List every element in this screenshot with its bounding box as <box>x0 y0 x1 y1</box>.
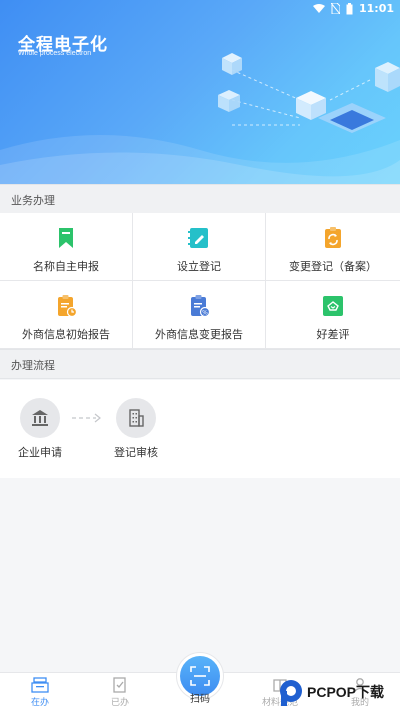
section-header-business: 业务办理 <box>0 184 400 214</box>
tab-done[interactable]: 已办 <box>90 677 150 708</box>
scan-icon <box>190 666 210 686</box>
service-foreign-change-report[interactable]: % 外商信息变更报告 <box>133 281 266 349</box>
service-name-declaration[interactable]: 名称自主申报 <box>0 213 133 281</box>
section-title: 业务办理 <box>11 194 55 207</box>
flow-step-application: 企业申请 <box>0 398 80 468</box>
tab-in-progress[interactable]: 在办 <box>10 677 70 708</box>
tab-label: 已办 <box>110 698 129 708</box>
status-time: 11:01 <box>358 2 394 15</box>
services-grid: 名称自主申报 设立登记 变更登记（备案） 外商信息初始报告 % 外商信息变更报告… <box>0 213 400 349</box>
svg-text:%: % <box>202 310 208 317</box>
watermark-text: PCPOP下载 <box>307 684 385 700</box>
tab-label: 在办 <box>30 698 49 708</box>
isometric-cubes-illustration <box>0 53 400 184</box>
service-label: 外商信息变更报告 <box>155 328 243 341</box>
service-label: 变更登记（备案） <box>289 260 377 273</box>
service-label: 好差评 <box>316 328 350 341</box>
flow-step-label: 企业申请 <box>18 446 62 459</box>
wifi-icon <box>312 3 325 13</box>
hero-banner: 全程电子化 Whole process electron <box>0 0 400 184</box>
in-progress-icon <box>31 677 49 693</box>
done-icon <box>113 677 126 693</box>
flow-step-review: 登记审核 <box>96 398 176 468</box>
section-title: 办理流程 <box>11 359 55 372</box>
service-rating[interactable]: 好差评 <box>266 281 400 349</box>
bank-icon <box>32 410 48 426</box>
battery-icon <box>346 2 353 14</box>
service-label: 外商信息初始报告 <box>22 328 110 341</box>
service-label: 名称自主申报 <box>33 260 99 273</box>
percent-clipboard-icon: % <box>191 295 211 318</box>
service-foreign-initial-report[interactable]: 外商信息初始报告 <box>0 281 133 349</box>
edit-note-icon <box>188 228 208 248</box>
process-flow: 企业申请 登记审核 <box>0 380 400 478</box>
pcpop-watermark: PCPOP下载 <box>277 676 399 710</box>
no-sim-icon <box>330 3 340 14</box>
flow-step-circle <box>116 398 156 438</box>
service-establish-registration[interactable]: 设立登记 <box>133 213 266 281</box>
flow-step-circle <box>20 398 60 438</box>
rating-icon <box>323 296 343 316</box>
bookmark-icon <box>59 228 73 248</box>
flow-step-label: 登记审核 <box>114 446 158 459</box>
status-bar: 11:01 <box>0 0 400 18</box>
refresh-clipboard-icon <box>325 227 341 248</box>
building-icon <box>129 409 144 427</box>
scan-label: 扫码 <box>190 694 210 705</box>
section-header-process: 办理流程 <box>0 349 400 379</box>
hero-subtitle: Whole process electron <box>18 50 92 57</box>
service-change-registration[interactable]: 变更登记（备案） <box>266 213 400 281</box>
service-label: 设立登记 <box>177 260 221 273</box>
report-clipboard-icon <box>58 295 78 318</box>
pcpop-logo-icon <box>280 680 302 706</box>
